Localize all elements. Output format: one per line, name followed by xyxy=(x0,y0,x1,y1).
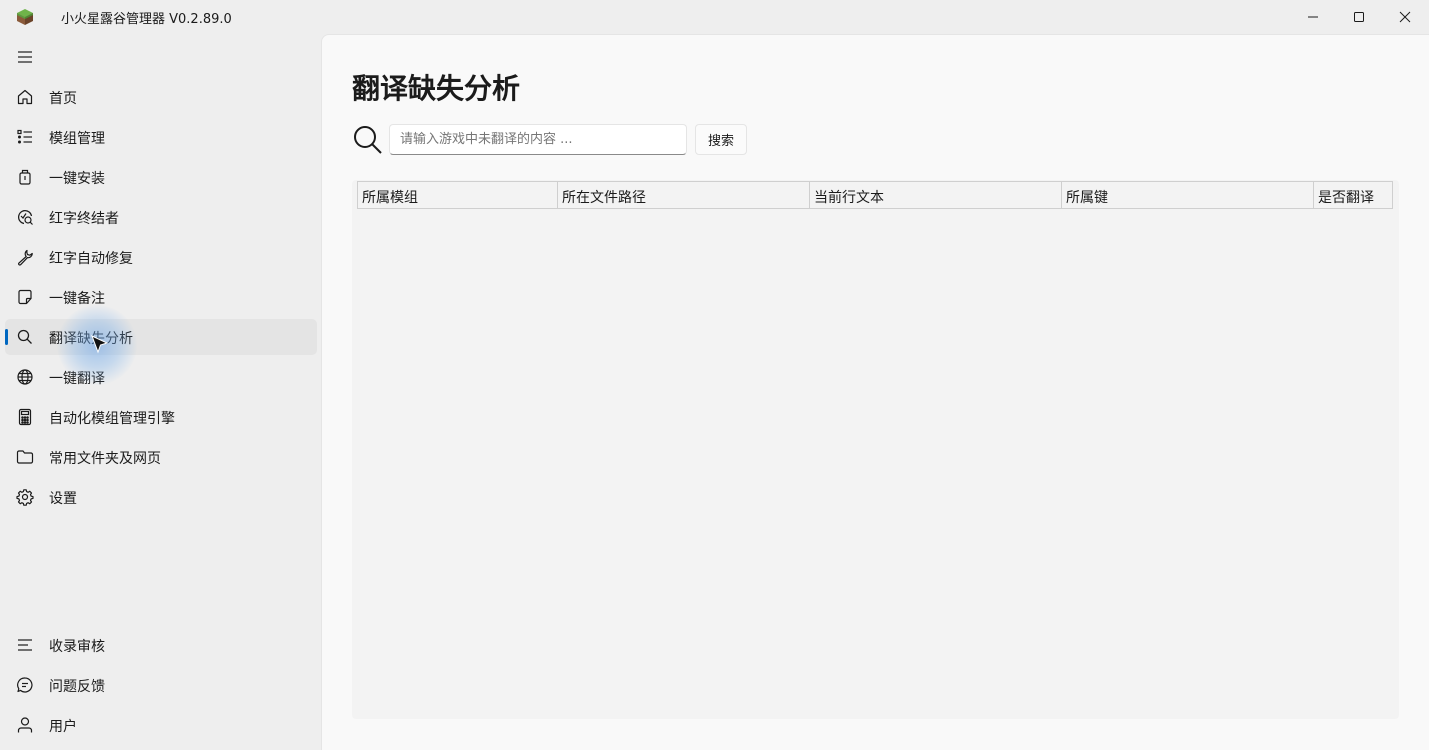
error-scan-icon xyxy=(18,210,33,225)
window-title: 小火星露谷管理器 V0.2.89.0 xyxy=(61,12,232,27)
maximize-button[interactable] xyxy=(1336,0,1382,34)
sidebar-item-mod-management[interactable]: 模组管理 xyxy=(5,119,317,155)
column-header-file-path[interactable]: 所在文件路径 xyxy=(558,182,810,208)
sidebar-item-label: 设置 xyxy=(49,491,77,507)
column-header-mod[interactable]: 所属模组 xyxy=(358,182,558,208)
sidebar-item-label: 用户 xyxy=(49,719,77,735)
sidebar-item-one-click-translate[interactable]: 一键翻译 xyxy=(5,359,317,395)
navigation-sidebar: 首页 模组管理 一键安装 红字终结者 红字自动修复 一键备注 翻译缺失分析 一键… xyxy=(0,34,321,750)
search-icon xyxy=(17,329,32,344)
user-icon xyxy=(17,717,33,733)
table-header: 所属模组 所在文件路径 当前行文本 所属键 是否翻译 xyxy=(357,181,1393,209)
close-icon xyxy=(1399,11,1411,23)
sidebar-item-translation-missing-analysis[interactable]: 翻译缺失分析 xyxy=(5,319,317,355)
sidebar-item-automation-engine[interactable]: 自动化模组管理引擎 xyxy=(5,399,317,435)
package-icon xyxy=(19,169,31,185)
folder-icon xyxy=(16,450,34,464)
page-title: 翻译缺失分析 xyxy=(352,72,521,105)
sidebar-item-label: 一键备注 xyxy=(49,291,105,307)
globe-icon xyxy=(17,369,33,385)
sidebar-item-one-click-note[interactable]: 一键备注 xyxy=(5,279,317,315)
search-button[interactable]: 搜索 xyxy=(695,124,747,155)
hamburger-menu-button[interactable] xyxy=(6,42,44,72)
sidebar-item-label: 收录审核 xyxy=(49,639,105,655)
list-icon xyxy=(17,129,32,144)
active-indicator xyxy=(5,329,8,345)
wrench-icon xyxy=(18,249,33,266)
sidebar-item-label: 自动化模组管理引擎 xyxy=(49,411,175,427)
sidebar-item-common-folders[interactable]: 常用文件夹及网页 xyxy=(5,439,317,475)
search-input[interactable] xyxy=(389,124,687,155)
hamburger-menu-icon xyxy=(18,51,32,63)
sidebar-item-label: 一键翻译 xyxy=(49,371,105,387)
sidebar-item-label: 常用文件夹及网页 xyxy=(49,451,161,467)
app-window: 小火星露谷管理器 V0.2.89.0 首页 模组管理 一键安装 红字终结者 红字… xyxy=(0,0,1429,750)
sidebar-item-label: 首页 xyxy=(49,91,77,107)
note-icon xyxy=(18,289,32,305)
sidebar-item-label: 模组管理 xyxy=(49,131,105,147)
mouse-cursor-icon xyxy=(91,335,109,354)
gear-icon xyxy=(16,489,34,506)
results-table: 所属模组 所在文件路径 当前行文本 所属键 是否翻译 xyxy=(352,180,1399,719)
title-bar[interactable]: 小火星露谷管理器 V0.2.89.0 xyxy=(0,0,1429,34)
sidebar-item-label: 红字终结者 xyxy=(49,211,119,227)
search-icon xyxy=(354,126,382,154)
sidebar-item-label: 红字自动修复 xyxy=(49,251,133,267)
column-header-translated[interactable]: 是否翻译 xyxy=(1314,182,1392,208)
maximize-icon xyxy=(1354,12,1364,22)
app-logo-icon xyxy=(17,9,33,25)
minimize-icon xyxy=(1308,16,1318,18)
review-list-icon xyxy=(18,639,32,651)
column-header-key[interactable]: 所属键 xyxy=(1062,182,1314,208)
sidebar-item-settings[interactable]: 设置 xyxy=(5,479,317,515)
sidebar-item-red-text-terminator[interactable]: 红字终结者 xyxy=(5,199,317,235)
close-button[interactable] xyxy=(1382,0,1428,34)
sidebar-item-label: 一键安装 xyxy=(49,171,105,187)
minimize-button[interactable] xyxy=(1290,0,1336,34)
sidebar-item-user[interactable]: 用户 xyxy=(5,707,317,743)
sidebar-item-review[interactable]: 收录审核 xyxy=(5,627,317,663)
main-content: 翻译缺失分析 搜索 所属模组 所在文件路径 当前行文本 所属键 是否翻译 xyxy=(321,34,1429,750)
chat-icon xyxy=(17,677,33,693)
sidebar-item-one-click-install[interactable]: 一键安装 xyxy=(5,159,317,195)
home-icon xyxy=(17,89,33,105)
sidebar-item-label: 问题反馈 xyxy=(49,679,105,695)
sidebar-item-home[interactable]: 首页 xyxy=(5,79,317,115)
column-header-current-text[interactable]: 当前行文本 xyxy=(810,182,1062,208)
sidebar-item-red-text-auto-fix[interactable]: 红字自动修复 xyxy=(5,239,317,275)
sidebar-item-feedback[interactable]: 问题反馈 xyxy=(5,667,317,703)
calculator-icon xyxy=(18,408,32,426)
